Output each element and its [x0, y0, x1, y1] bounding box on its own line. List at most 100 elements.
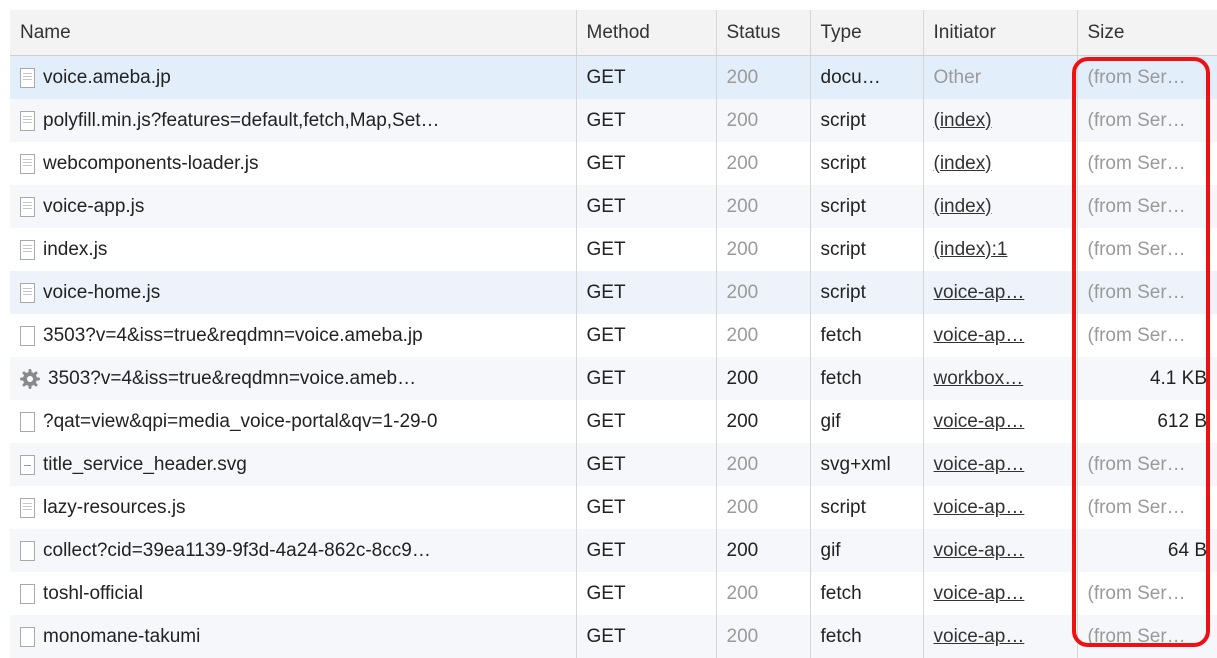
request-status: 200 — [716, 99, 810, 142]
request-size: (from Ser… — [1077, 56, 1217, 100]
request-name-cell[interactable]: voice-app.js — [10, 185, 576, 228]
request-status: 200 — [716, 142, 810, 185]
column-header-status[interactable]: Status — [716, 10, 810, 56]
initiator-link[interactable]: (index) — [934, 153, 992, 174]
request-name-cell[interactable]: title_service_header.svg — [10, 443, 576, 486]
request-status: 200 — [716, 615, 810, 658]
initiator-link[interactable]: voice-ap… — [934, 497, 1025, 518]
request-name-cell[interactable]: webcomponents-loader.js — [10, 142, 576, 185]
column-header-size[interactable]: Size — [1077, 10, 1217, 56]
request-name: lazy-resources.js — [43, 497, 186, 519]
request-row[interactable]: webcomponents-loader.jsGET200script(inde… — [10, 142, 1217, 185]
request-initiator-cell[interactable]: voice-ap… — [923, 314, 1077, 357]
initiator-text: Other — [934, 67, 982, 88]
initiator-link[interactable]: (index):1 — [934, 239, 1008, 260]
initiator-link[interactable]: voice-ap… — [934, 583, 1025, 604]
request-size: (from Ser… — [1077, 228, 1217, 271]
initiator-link[interactable]: voice-ap… — [934, 411, 1025, 432]
request-row[interactable]: 3503?v=4&iss=true&reqdmn=voice.ameba.jpG… — [10, 314, 1217, 357]
request-method: GET — [576, 228, 716, 271]
request-row[interactable]: lazy-resources.jsGET200scriptvoice-ap…(f… — [10, 486, 1217, 529]
initiator-link[interactable]: voice-ap… — [934, 540, 1025, 561]
request-name-cell[interactable]: voice-home.js — [10, 271, 576, 314]
request-size: (from Ser… — [1077, 572, 1217, 615]
request-size: (from Ser… — [1077, 185, 1217, 228]
column-header-initiator[interactable]: Initiator — [923, 10, 1077, 56]
request-type: fetch — [810, 572, 923, 615]
request-status: 200 — [716, 56, 810, 100]
document-icon — [20, 111, 35, 131]
request-name-cell[interactable]: 3503?v=4&iss=true&reqdmn=voice.ameba.jp — [10, 314, 576, 357]
request-row[interactable]: voice-home.jsGET200scriptvoice-ap…(from … — [10, 271, 1217, 314]
request-name: voice.ameba.jp — [43, 67, 171, 89]
request-row[interactable]: 3503?v=4&iss=true&reqdmn=voice.ameb…GET2… — [10, 357, 1217, 400]
request-initiator-cell[interactable]: (index) — [923, 142, 1077, 185]
request-name: voice-home.js — [43, 282, 160, 304]
request-name: 3503?v=4&iss=true&reqdmn=voice.ameb… — [48, 368, 416, 390]
request-size: (from Ser… — [1077, 142, 1217, 185]
request-status: 200 — [716, 400, 810, 443]
request-name-cell[interactable]: 3503?v=4&iss=true&reqdmn=voice.ameb… — [10, 357, 576, 400]
column-header-type[interactable]: Type — [810, 10, 923, 56]
document-icon — [20, 154, 35, 174]
request-initiator-cell: Other — [923, 56, 1077, 100]
request-name-cell[interactable]: collect?cid=39ea1139-9f3d-4a24-862c-8cc9… — [10, 529, 576, 572]
request-status: 200 — [716, 314, 810, 357]
request-name: webcomponents-loader.js — [43, 153, 258, 175]
request-initiator-cell[interactable]: voice-ap… — [923, 615, 1077, 658]
request-method: GET — [576, 357, 716, 400]
request-type: script — [810, 99, 923, 142]
initiator-link[interactable]: workbox… — [934, 368, 1024, 389]
request-row[interactable]: title_service_header.svgGET200svg+xmlvoi… — [10, 443, 1217, 486]
initiator-link[interactable]: voice-ap… — [934, 325, 1025, 346]
request-size: 612 B — [1077, 400, 1217, 443]
request-type: gif — [810, 529, 923, 572]
request-type: fetch — [810, 357, 923, 400]
svg-file-icon — [20, 455, 35, 475]
column-header-name[interactable]: Name — [10, 10, 576, 56]
requests-list: voice.ameba.jpGET200docu…Other(from Ser…… — [10, 56, 1217, 658]
initiator-link[interactable]: voice-ap… — [934, 454, 1025, 475]
request-method: GET — [576, 314, 716, 357]
request-name: toshl-official — [43, 583, 143, 605]
request-initiator-cell[interactable]: voice-ap… — [923, 572, 1077, 615]
request-initiator-cell[interactable]: voice-ap… — [923, 443, 1077, 486]
document-icon — [20, 197, 35, 217]
request-name-cell[interactable]: lazy-resources.js — [10, 486, 576, 529]
request-initiator-cell[interactable]: voice-ap… — [923, 271, 1077, 314]
blank-file-icon — [20, 584, 35, 604]
request-type: fetch — [810, 314, 923, 357]
request-initiator-cell[interactable]: voice-ap… — [923, 486, 1077, 529]
table-header-row: Name Method Status Type Initiator Size — [10, 10, 1217, 56]
request-method: GET — [576, 400, 716, 443]
request-method: GET — [576, 271, 716, 314]
request-method: GET — [576, 185, 716, 228]
column-header-method[interactable]: Method — [576, 10, 716, 56]
request-row[interactable]: collect?cid=39ea1139-9f3d-4a24-862c-8cc9… — [10, 529, 1217, 572]
request-name-cell[interactable]: toshl-official — [10, 572, 576, 615]
request-row[interactable]: voice.ameba.jpGET200docu…Other(from Ser… — [10, 56, 1217, 100]
blank-file-icon — [20, 541, 35, 561]
request-row[interactable]: index.jsGET200script(index):1(from Ser… — [10, 228, 1217, 271]
request-row[interactable]: ?qat=view&qpi=media_voice-portal&qv=1-29… — [10, 400, 1217, 443]
request-initiator-cell[interactable]: voice-ap… — [923, 529, 1077, 572]
request-name-cell[interactable]: voice.ameba.jp — [10, 56, 576, 100]
initiator-link[interactable]: voice-ap… — [934, 282, 1025, 303]
request-name-cell[interactable]: index.js — [10, 228, 576, 271]
request-name-cell[interactable]: polyfill.min.js?features=default,fetch,M… — [10, 99, 576, 142]
request-row[interactable]: toshl-officialGET200fetchvoice-ap…(from … — [10, 572, 1217, 615]
request-initiator-cell[interactable]: workbox… — [923, 357, 1077, 400]
request-row[interactable]: polyfill.min.js?features=default,fetch,M… — [10, 99, 1217, 142]
request-type: docu… — [810, 56, 923, 100]
request-row[interactable]: monomane-takumiGET200fetchvoice-ap…(from… — [10, 615, 1217, 658]
initiator-link[interactable]: (index) — [934, 110, 992, 131]
request-initiator-cell[interactable]: (index):1 — [923, 228, 1077, 271]
request-initiator-cell[interactable]: (index) — [923, 185, 1077, 228]
request-name-cell[interactable]: monomane-takumi — [10, 615, 576, 658]
request-initiator-cell[interactable]: (index) — [923, 99, 1077, 142]
request-row[interactable]: voice-app.jsGET200script(index)(from Ser… — [10, 185, 1217, 228]
request-name-cell[interactable]: ?qat=view&qpi=media_voice-portal&qv=1-29… — [10, 400, 576, 443]
initiator-link[interactable]: voice-ap… — [934, 626, 1025, 647]
request-initiator-cell[interactable]: voice-ap… — [923, 400, 1077, 443]
initiator-link[interactable]: (index) — [934, 196, 992, 217]
